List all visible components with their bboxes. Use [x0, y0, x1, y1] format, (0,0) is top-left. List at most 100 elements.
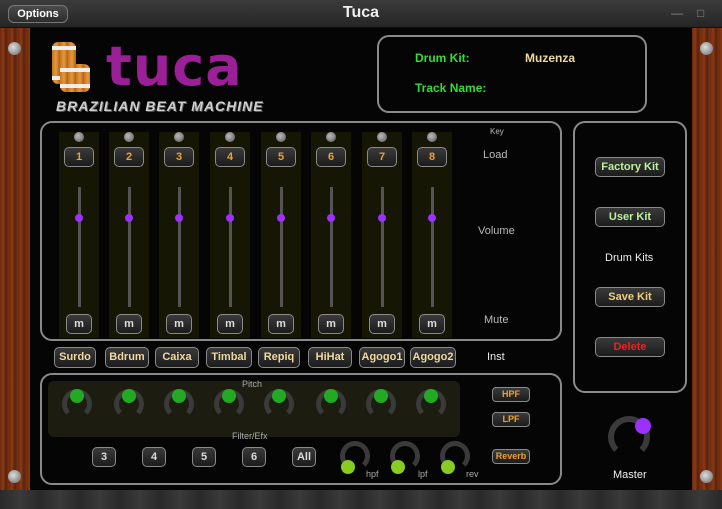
channel-strip: 3 m	[159, 132, 199, 338]
volume-slider-thumb[interactable]	[327, 214, 335, 223]
bolt-icon	[700, 42, 713, 55]
drum-icon	[60, 64, 90, 92]
volume-slider-thumb[interactable]	[125, 214, 133, 223]
lpf-send-label: lpf	[418, 469, 428, 479]
hpf-send-label: hpf	[366, 469, 379, 479]
volume-slider-track[interactable]	[431, 187, 434, 307]
channel-strip: 5 m	[261, 132, 301, 338]
bottom-strip	[0, 490, 722, 509]
mute-button-7[interactable]: m	[369, 314, 395, 334]
fx-button-3[interactable]: 3	[92, 447, 116, 467]
logo-wordmark: tuca	[106, 35, 243, 98]
save-kit-button[interactable]: Save Kit	[595, 287, 665, 307]
load-button-8[interactable]: 8	[417, 147, 447, 167]
inst-button-agogo1[interactable]: Agogo1	[359, 347, 405, 368]
mute-button-6[interactable]: m	[318, 314, 344, 334]
fx-button-5[interactable]: 5	[192, 447, 216, 467]
pitch-knob-1[interactable]	[62, 389, 92, 419]
fx-button-4[interactable]: 4	[142, 447, 166, 467]
close-icon[interactable]: □	[697, 6, 704, 20]
user-kit-button[interactable]: User Kit	[595, 207, 665, 227]
drum-kit-label: Drum Kit:	[415, 51, 470, 65]
mute-button-3[interactable]: m	[166, 314, 192, 334]
mute-button-5[interactable]: m	[268, 314, 294, 334]
load-button-1[interactable]: 1	[64, 147, 94, 167]
led-indicator	[427, 132, 437, 142]
kit-panel: Factory Kit User Kit Drum Kits Save Kit …	[573, 121, 687, 393]
pitch-label: Pitch	[242, 379, 263, 389]
volume-label: Volume	[478, 225, 515, 237]
master-knob-indicator[interactable]	[635, 418, 651, 434]
fx-panel: Pitch HPF LPF Reverb Filter/Efx 3 4 5 6 …	[40, 373, 562, 485]
load-button-7[interactable]: 7	[367, 147, 397, 167]
load-button-5[interactable]: 5	[266, 147, 296, 167]
factory-kit-button[interactable]: Factory Kit	[595, 157, 665, 177]
pitch-knob-8[interactable]	[416, 389, 446, 419]
led-indicator	[326, 132, 336, 142]
load-button-3[interactable]: 3	[164, 147, 194, 167]
mute-button-2[interactable]: m	[116, 314, 142, 334]
volume-slider-thumb[interactable]	[75, 214, 83, 223]
volume-slider-track[interactable]	[381, 187, 384, 307]
inst-button-caixa[interactable]: Caixa	[155, 347, 199, 368]
volume-slider-track[interactable]	[78, 187, 81, 307]
hpf-button[interactable]: HPF	[492, 387, 530, 402]
reverb-button[interactable]: Reverb	[492, 449, 530, 464]
drum-kit-value: Muzenza	[525, 51, 576, 65]
minimize-icon[interactable]: —	[671, 6, 683, 20]
delete-button[interactable]: Delete	[595, 337, 665, 357]
channel-strip: 2 m	[109, 132, 149, 338]
inst-button-agogo2[interactable]: Agogo2	[410, 347, 456, 368]
volume-slider-track[interactable]	[330, 187, 333, 307]
led-indicator	[74, 132, 84, 142]
wood-panel-left	[0, 28, 30, 509]
pitch-knob-4[interactable]	[214, 389, 244, 419]
hpf-send-knob[interactable]	[340, 441, 370, 474]
load-button-2[interactable]: 2	[114, 147, 144, 167]
mute-button-4[interactable]: m	[217, 314, 243, 334]
fx-button-6[interactable]: 6	[242, 447, 266, 467]
led-indicator	[377, 132, 387, 142]
volume-slider-thumb[interactable]	[175, 214, 183, 223]
led-indicator	[124, 132, 134, 142]
wood-panel-right	[692, 28, 722, 509]
logo-subtitle: BRAZILIAN BEAT MACHINE	[56, 98, 264, 114]
pitch-knob-5[interactable]	[264, 389, 294, 419]
volume-slider-track[interactable]	[229, 187, 232, 307]
pitch-knob-6[interactable]	[316, 389, 346, 419]
volume-slider-thumb[interactable]	[226, 214, 234, 223]
mute-label: Mute	[484, 314, 509, 326]
volume-slider-thumb[interactable]	[378, 214, 386, 223]
bolt-icon	[8, 470, 21, 483]
pitch-knob-2[interactable]	[114, 389, 144, 419]
title-bar: Options Tuca — □	[0, 0, 722, 28]
led-indicator	[276, 132, 286, 142]
channel-strip: 6 m	[311, 132, 351, 338]
inst-button-repiq[interactable]: Repiq	[258, 347, 300, 368]
pitch-knob-3[interactable]	[164, 389, 194, 419]
load-button-4[interactable]: 4	[215, 147, 245, 167]
pitch-knob-7[interactable]	[366, 389, 396, 419]
lpf-send-knob[interactable]	[390, 441, 420, 474]
pitch-row	[48, 381, 460, 437]
rev-send-knob[interactable]	[440, 441, 470, 474]
bolt-icon	[700, 470, 713, 483]
channel-panel: 1 m 2 m 3 m 4 m 5 m 6 m 7 m 8 m Key Load…	[40, 121, 562, 341]
volume-slider-track[interactable]	[128, 187, 131, 307]
inst-button-timbal[interactable]: Timbal	[206, 347, 252, 368]
channel-strip: 4 m	[210, 132, 250, 338]
volume-slider-thumb[interactable]	[277, 214, 285, 223]
mute-button-1[interactable]: m	[66, 314, 92, 334]
lpf-button[interactable]: LPF	[492, 412, 530, 427]
load-button-6[interactable]: 6	[316, 147, 346, 167]
volume-slider-track[interactable]	[178, 187, 181, 307]
volume-slider-track[interactable]	[280, 187, 283, 307]
channel-strip: 7 m	[362, 132, 402, 338]
fx-button-all[interactable]: All	[292, 447, 316, 467]
inst-button-hihat[interactable]: HiHat	[308, 347, 352, 368]
inst-button-surdo[interactable]: Surdo	[54, 347, 96, 368]
drum-kits-label: Drum Kits	[605, 252, 654, 264]
volume-slider-thumb[interactable]	[428, 214, 436, 223]
mute-button-8[interactable]: m	[419, 314, 445, 334]
inst-button-bdrum[interactable]: Bdrum	[105, 347, 149, 368]
